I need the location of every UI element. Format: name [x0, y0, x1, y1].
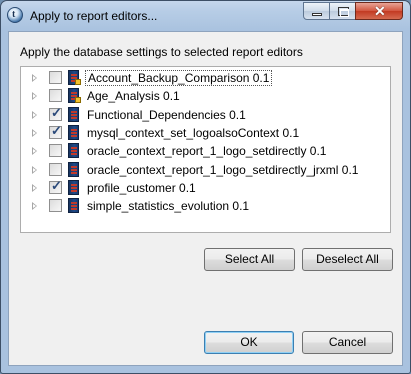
- item-checkbox[interactable]: [49, 162, 62, 176]
- report-icon: [66, 179, 81, 196]
- select-all-button[interactable]: Select All: [204, 248, 295, 271]
- report-icon: [66, 106, 81, 123]
- ok-button[interactable]: OK: [204, 331, 294, 354]
- item-checkbox[interactable]: [49, 89, 62, 103]
- close-button[interactable]: ✕: [355, 2, 403, 20]
- expand-arrow-icon[interactable]: [32, 92, 37, 101]
- close-icon: ✕: [374, 3, 386, 19]
- item-checkbox[interactable]: ✓: [49, 177, 62, 194]
- report-icon: [66, 198, 81, 214]
- list-item[interactable]: oracle_context_report_1_logo_setdirectly…: [21, 142, 390, 160]
- report-icon: [66, 124, 81, 141]
- list-item-label: simple_statistics_evolution 0.1: [87, 199, 250, 214]
- deselect-all-button[interactable]: Deselect All: [302, 248, 393, 271]
- report-icon: [66, 143, 81, 159]
- cancel-button[interactable]: Cancel: [302, 331, 393, 354]
- dialog-prompt: Apply the database settings to selected …: [20, 45, 303, 59]
- expand-arrow-icon[interactable]: [32, 165, 37, 174]
- item-checkbox[interactable]: ✓: [49, 122, 62, 139]
- minimize-icon: [312, 13, 322, 16]
- app-logo-icon: t: [7, 7, 23, 23]
- list-item-label: Account_Backup_Comparison 0.1: [85, 70, 273, 86]
- maximize-button[interactable]: [329, 2, 356, 20]
- locked-report-icon: [66, 88, 81, 104]
- maximize-icon: [338, 7, 349, 17]
- checkmark-icon: ✓: [51, 177, 62, 193]
- report-editor-list[interactable]: Account_Backup_Comparison 0.1 Age_Analysi…: [20, 66, 391, 233]
- list-item-label: oracle_context_report_1_logo_setdirectly…: [87, 162, 359, 177]
- item-checkbox[interactable]: [49, 71, 62, 84]
- list-item-label: mysql_context_set_logoalsoContext 0.1: [87, 125, 300, 140]
- list-item[interactable]: ✓ Functional_Dependencies 0.1: [21, 104, 390, 124]
- expand-arrow-icon[interactable]: [32, 202, 37, 211]
- checkmark-icon: ✓: [51, 122, 62, 138]
- window-title: Apply to report editors...: [30, 9, 158, 23]
- list-item[interactable]: ✓ mysql_context_set_logoalsoContext 0.1: [21, 122, 390, 142]
- list-item-label: Age_Analysis 0.1: [87, 89, 180, 104]
- expand-arrow-icon[interactable]: [32, 183, 37, 192]
- dialog-body: Apply the database settings to selected …: [8, 31, 403, 366]
- title-bar[interactable]: t Apply to report editors... ✕: [1, 1, 410, 31]
- item-checkbox[interactable]: [49, 199, 62, 213]
- locked-report-icon: [66, 70, 81, 86]
- dialog-window: t Apply to report editors... ✕ Apply the…: [0, 0, 411, 374]
- list-item-label: oracle_context_report_1_logo_setdirectly…: [87, 144, 327, 159]
- expand-arrow-icon[interactable]: [32, 110, 37, 119]
- list-item-label: profile_customer 0.1: [87, 180, 196, 195]
- expand-arrow-icon[interactable]: [32, 128, 37, 137]
- item-checkbox[interactable]: ✓: [49, 104, 62, 121]
- list-item[interactable]: simple_statistics_evolution 0.1: [21, 197, 390, 215]
- expand-arrow-icon[interactable]: [32, 147, 37, 156]
- list-item[interactable]: Age_Analysis 0.1: [21, 87, 390, 105]
- list-item-label: Functional_Dependencies 0.1: [87, 107, 246, 122]
- list-item[interactable]: ✓ profile_customer 0.1: [21, 177, 390, 197]
- minimize-button[interactable]: [303, 2, 330, 20]
- checkmark-icon: ✓: [51, 104, 62, 120]
- list-item[interactable]: Account_Backup_Comparison 0.1: [21, 69, 390, 87]
- list-item[interactable]: oracle_context_report_1_logo_setdirectly…: [21, 161, 390, 179]
- expand-arrow-icon[interactable]: [32, 74, 37, 82]
- report-icon: [66, 161, 81, 178]
- item-checkbox[interactable]: [49, 144, 62, 158]
